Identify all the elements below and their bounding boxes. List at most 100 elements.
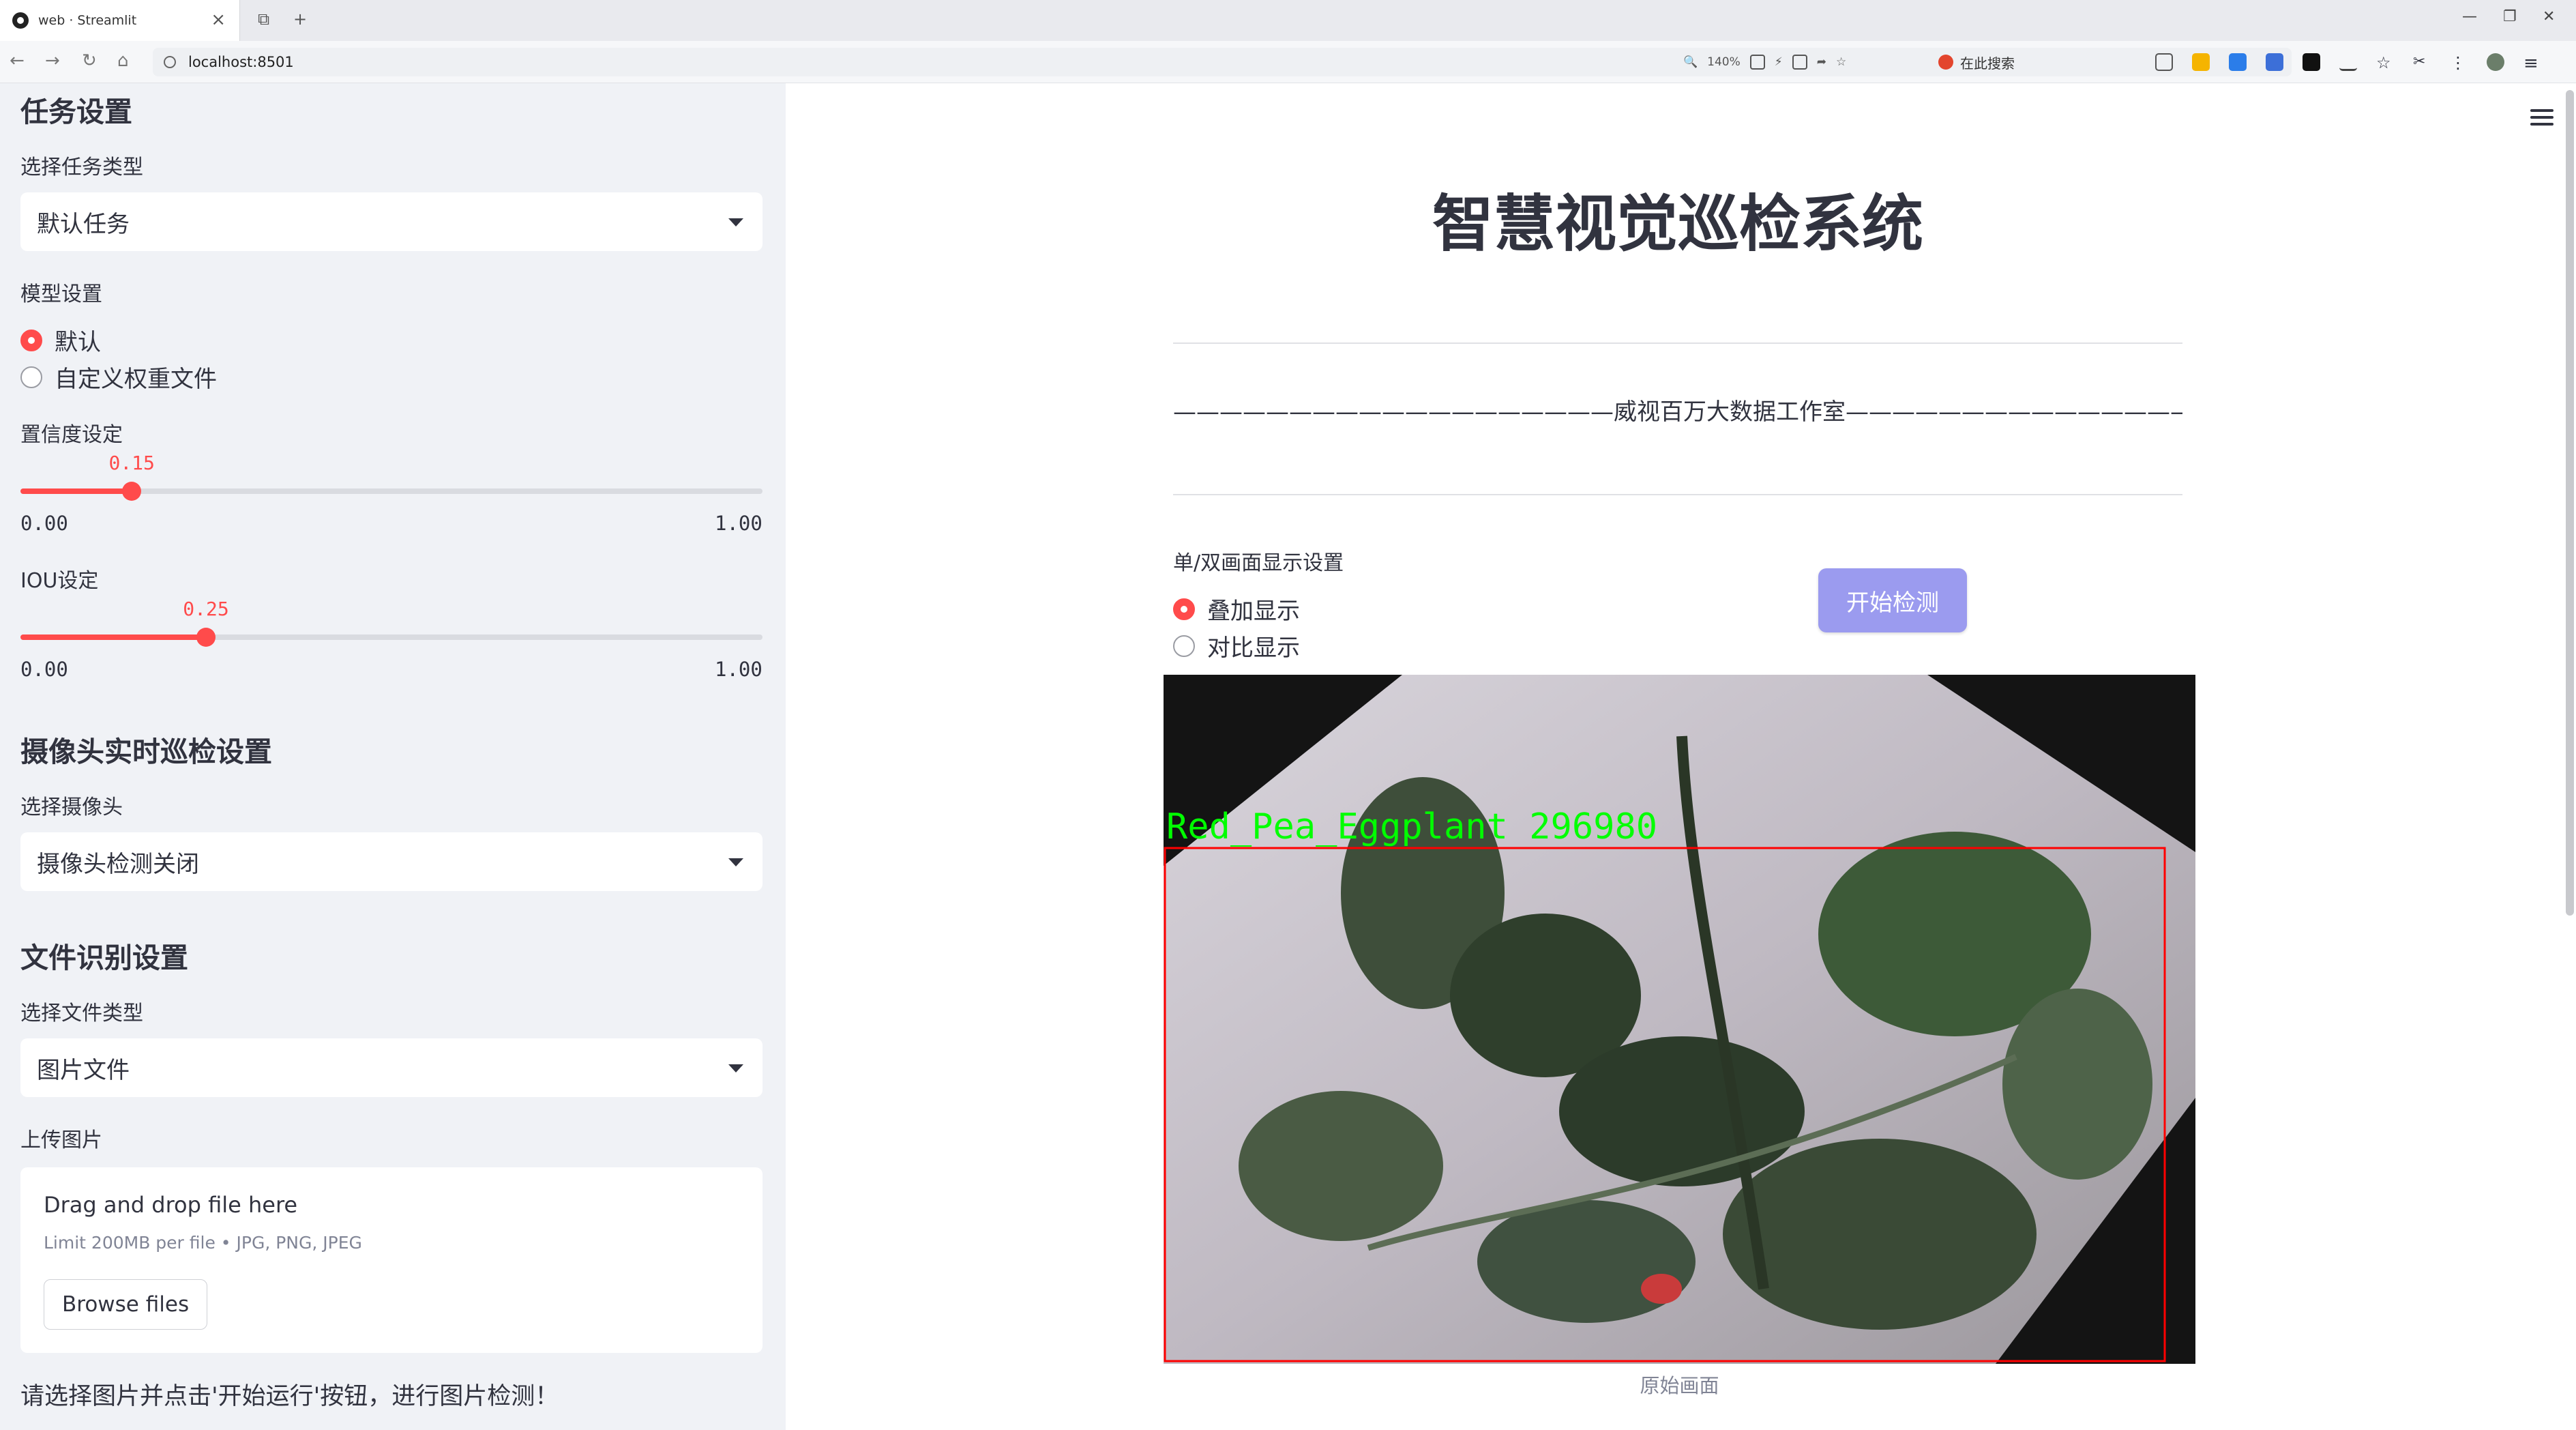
chevron-down-icon xyxy=(728,218,743,227)
toolbar-search[interactable]: 在此搜索 xyxy=(1938,48,2143,76)
slider-thumb[interactable] xyxy=(196,628,216,647)
model-radio-custom[interactable]: 自定义权重文件 xyxy=(20,360,217,394)
eggplant-plant-photo: Red_Pea_Eggplant 296980 xyxy=(1164,675,2195,1364)
reload-icon[interactable]: ↻ xyxy=(82,50,97,71)
task-type-label: 选择任务类型 xyxy=(20,156,143,179)
browser-tab[interactable]: web · Streamlit × xyxy=(0,0,240,41)
model-option-label: 自定义权重文件 xyxy=(55,366,217,393)
zoom-icon[interactable]: 🔍 xyxy=(1683,55,1698,69)
page-title: 智慧视觉巡检系统 xyxy=(1432,188,1923,260)
download-icon[interactable] xyxy=(2339,53,2357,71)
bookmark-star-icon[interactable]: ☆ xyxy=(1836,55,1846,69)
forward-icon[interactable]: → xyxy=(45,50,60,71)
slider-fill xyxy=(20,634,206,640)
slider-value: 0.15 xyxy=(108,452,155,474)
slider-thumb[interactable] xyxy=(122,482,142,501)
search-placeholder: 在此搜索 xyxy=(1960,55,2015,72)
chevron-down-icon xyxy=(728,858,743,866)
image-caption: 原始画面 xyxy=(1640,1374,1719,1397)
browser-tab-strip: web · Streamlit × ⧉ + — ❐ ✕ xyxy=(0,0,2576,41)
slider-value: 0.25 xyxy=(183,598,229,620)
file-type-label: 选择文件类型 xyxy=(20,1002,143,1025)
tab-group-icon[interactable]: ⧉ xyxy=(258,10,269,29)
display-radio-overlay[interactable]: 叠加显示 xyxy=(1173,592,1300,626)
iou-slider[interactable]: 0.25 xyxy=(20,598,763,658)
divider xyxy=(1173,494,2182,495)
lightning-icon[interactable]: ⚡ xyxy=(1775,55,1783,69)
detection-label: Red_Pea_Eggplant 296980 xyxy=(1166,806,1657,847)
phone-icon[interactable] xyxy=(2155,53,2173,71)
display-radio-compare[interactable]: 对比显示 xyxy=(1173,629,1300,662)
dropzone-title: Drag and drop file here xyxy=(44,1192,298,1218)
extension-b-icon[interactable] xyxy=(2229,53,2247,71)
avatar[interactable] xyxy=(2487,53,2504,71)
chevron-down-icon xyxy=(728,1064,743,1072)
new-tab-icon[interactable]: + xyxy=(293,10,307,29)
task-type-value: 默认任务 xyxy=(37,210,130,238)
model-option-label: 默认 xyxy=(55,329,101,356)
file-type-value: 图片文件 xyxy=(37,1056,130,1084)
app-menu-icon[interactable] xyxy=(2530,109,2553,127)
extension-icons: ☆ ✂ ⋮ ≡ xyxy=(2155,53,2541,74)
favorites-icon[interactable]: ☆ xyxy=(2376,53,2394,72)
browse-files-button[interactable]: Browse files xyxy=(44,1279,208,1330)
file-type-select[interactable]: 图片文件 xyxy=(20,1038,763,1097)
translate-icon[interactable] xyxy=(1749,55,1765,70)
toolbar-actions: 🔍 140% ⚡ ➦ ☆ xyxy=(1683,48,1846,76)
file-heading: 文件识别设置 xyxy=(20,942,188,974)
iou-label: IOU设定 xyxy=(20,569,99,593)
confidence-slider[interactable]: 0.15 xyxy=(20,452,763,512)
confidence-max: 1.00 xyxy=(715,512,763,535)
iou-min: 0.00 xyxy=(20,658,68,681)
menu-icon[interactable]: ≡ xyxy=(2523,53,2541,74)
upload-label: 上传图片 xyxy=(20,1128,102,1152)
divider xyxy=(1173,342,2182,344)
address-text: localhost:8501 xyxy=(188,54,294,70)
camera-select[interactable]: 摄像头检测关闭 xyxy=(20,832,763,891)
radio-unselected-icon[interactable] xyxy=(20,366,42,388)
task-type-select[interactable]: 默认任务 xyxy=(20,192,763,251)
page-subtitle: ———————————————————威视百万大数据工作室———————————… xyxy=(1173,398,2182,426)
sidebar-instruction: 请选择图片并点击'开始运行'按钮，进行图片检测！ xyxy=(20,1383,559,1410)
tab-title: web · Streamlit xyxy=(38,13,137,28)
radio-selected-icon[interactable] xyxy=(1173,598,1195,620)
confidence-min: 0.00 xyxy=(20,512,68,535)
extension-d-icon[interactable] xyxy=(2303,53,2320,71)
model-radio-default[interactable]: 默认 xyxy=(20,323,101,357)
camera-value: 摄像头检测关闭 xyxy=(37,850,199,878)
back-icon[interactable]: ← xyxy=(10,50,25,71)
camera-label: 选择摄像头 xyxy=(20,796,123,819)
start-detection-button[interactable]: 开始检测 xyxy=(1818,568,1967,632)
display-option-label: 对比显示 xyxy=(1207,634,1300,662)
extension-a-icon[interactable] xyxy=(2192,53,2210,71)
more-icon[interactable]: ⋮ xyxy=(2450,53,2468,72)
minimize-icon[interactable]: — xyxy=(2462,8,2477,25)
task-heading: 任务设置 xyxy=(20,96,132,128)
share-icon[interactable]: ➦ xyxy=(1817,55,1826,69)
file-dropzone[interactable]: Drag and drop file here Limit 200MB per … xyxy=(20,1167,763,1353)
streamlit-favicon-icon xyxy=(12,12,29,29)
dropzone-limit: Limit 200MB per file • JPG, PNG, JPEG xyxy=(44,1233,362,1253)
tab-close-icon[interactable]: × xyxy=(211,10,226,30)
window-close-icon[interactable]: ✕ xyxy=(2543,8,2555,25)
page-scrollbar[interactable] xyxy=(2566,90,2574,916)
confidence-label: 置信度设定 xyxy=(20,423,123,447)
cut-icon[interactable]: ✂ xyxy=(2413,53,2431,71)
zoom-level[interactable]: 140% xyxy=(1707,55,1741,69)
display-mode-label: 单/双画面显示设置 xyxy=(1173,551,1344,575)
search-engine-icon[interactable] xyxy=(1938,55,1953,70)
capture-icon[interactable] xyxy=(1792,55,1807,70)
camera-heading: 摄像头实时巡检设置 xyxy=(20,735,272,768)
model-label: 模型设置 xyxy=(20,282,102,306)
site-info-icon[interactable] xyxy=(164,56,176,68)
radio-unselected-icon[interactable] xyxy=(1173,634,1195,657)
radio-selected-icon[interactable] xyxy=(20,329,42,351)
slider-fill xyxy=(20,488,132,494)
display-option-label: 叠加显示 xyxy=(1207,598,1300,625)
browser-toolbar: ← → ↻ ⌂ localhost:8501 🔍 140% ⚡ ➦ ☆ 在此搜索… xyxy=(0,41,2576,83)
restore-icon[interactable]: ❐ xyxy=(2503,8,2517,25)
iou-max: 1.00 xyxy=(715,658,763,681)
home-icon[interactable]: ⌂ xyxy=(117,50,129,71)
detection-image: Red_Pea_Eggplant 296980 xyxy=(1164,675,2195,1364)
extension-c-icon[interactable] xyxy=(2266,53,2283,71)
